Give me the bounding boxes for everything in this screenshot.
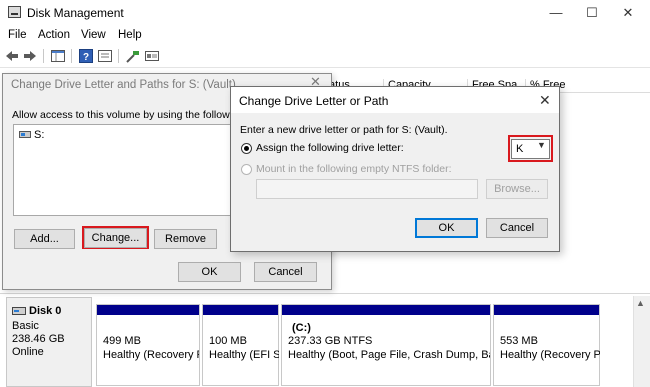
- add-button[interactable]: Add...: [14, 229, 75, 249]
- menu-help[interactable]: Help: [118, 29, 142, 41]
- change-button[interactable]: Change...: [84, 228, 147, 248]
- minimize-button[interactable]: —: [536, 2, 576, 24]
- partition-recovery-2[interactable]: 553 MB Healthy (Recovery Pa: [493, 304, 600, 386]
- menu-action[interactable]: Action: [38, 29, 70, 41]
- connect-icon[interactable]: [125, 48, 141, 64]
- menu-view[interactable]: View: [81, 29, 106, 41]
- partition-efi[interactable]: 100 MB Healthy (EFI Sy: [202, 304, 279, 386]
- toolbar-separator: [43, 49, 44, 63]
- mount-folder-radio[interactable]: [241, 164, 252, 175]
- menu-file[interactable]: File: [8, 29, 27, 41]
- disk-type: Basic: [12, 320, 39, 332]
- cancel-button[interactable]: Cancel: [254, 262, 317, 282]
- dialog-title: Change Drive Letter or Path: [239, 94, 389, 108]
- toolbar-separator: [71, 49, 72, 63]
- disk-name: Disk 0: [29, 305, 62, 317]
- chevron-down-icon[interactable]: ▼: [537, 140, 546, 150]
- drive-path-list[interactable]: [13, 124, 235, 216]
- partition-bar: [203, 305, 278, 315]
- ok-button[interactable]: OK: [178, 262, 241, 282]
- partition-bar: [494, 305, 599, 315]
- close-window-button[interactable]: ✕: [608, 2, 648, 24]
- console-tree-icon[interactable]: [50, 48, 66, 64]
- dialog-description: Allow access to this volume by using the…: [12, 109, 230, 121]
- app-title: Disk Management: [27, 6, 124, 20]
- hard-disk-icon: [12, 307, 26, 315]
- maximize-button[interactable]: ☐: [572, 2, 612, 24]
- partition-bar: [282, 305, 490, 315]
- forward-icon[interactable]: [22, 48, 38, 64]
- ok-button[interactable]: OK: [415, 218, 478, 238]
- partition-name: (C:): [292, 322, 311, 334]
- assign-letter-label[interactable]: Assign the following drive letter:: [256, 142, 404, 154]
- dialog-close-button[interactable]: ✕: [539, 92, 551, 109]
- svg-text:?: ?: [83, 52, 89, 63]
- properties-icon[interactable]: [97, 48, 113, 64]
- mount-folder-label: Mount in the following empty NTFS folder…: [256, 163, 452, 175]
- back-icon[interactable]: [4, 48, 20, 64]
- partition-size: 499 MB: [103, 335, 141, 347]
- assign-letter-radio[interactable]: [241, 143, 252, 154]
- partition-status: Healthy (EFI Sy: [209, 349, 279, 361]
- partition-size: 237.33 GB NTFS: [288, 335, 373, 347]
- partition-c-drive[interactable]: (C:) 237.33 GB NTFS Healthy (Boot, Page …: [281, 304, 491, 386]
- disk-status: Online: [12, 346, 44, 358]
- toolbar-separator: [118, 49, 119, 63]
- list-item[interactable]: S:: [34, 129, 44, 141]
- partition-status: Healthy (Recovery Pa: [500, 349, 600, 361]
- mount-folder-input: [256, 179, 478, 199]
- partition-size: 100 MB: [209, 335, 247, 347]
- partition-size: 553 MB: [500, 335, 538, 347]
- disk-management-icon: [8, 6, 21, 18]
- drive-icon: [19, 131, 31, 138]
- partition-status: Healthy (Boot, Page File, Crash Dump, Ba…: [288, 349, 490, 361]
- browse-button: Browse...: [486, 179, 548, 199]
- disk-list-icon[interactable]: [144, 48, 160, 64]
- partition-recovery-1[interactable]: 499 MB Healthy (Recovery P: [96, 304, 200, 386]
- remove-button[interactable]: Remove: [154, 229, 217, 249]
- dialog-title: Change Drive Letter and Paths for S: (Va…: [11, 79, 236, 91]
- partition-bar: [97, 305, 199, 315]
- partition-status: Healthy (Recovery P: [103, 349, 199, 361]
- dialog-description: Enter a new drive letter or path for S: …: [240, 124, 448, 136]
- scroll-up-arrow-icon[interactable]: ▲: [636, 298, 645, 308]
- help-icon[interactable]: ?: [78, 48, 94, 64]
- disk-size: 238.46 GB: [12, 333, 65, 345]
- vertical-scrollbar[interactable]: [633, 296, 650, 387]
- cancel-button[interactable]: Cancel: [486, 218, 548, 238]
